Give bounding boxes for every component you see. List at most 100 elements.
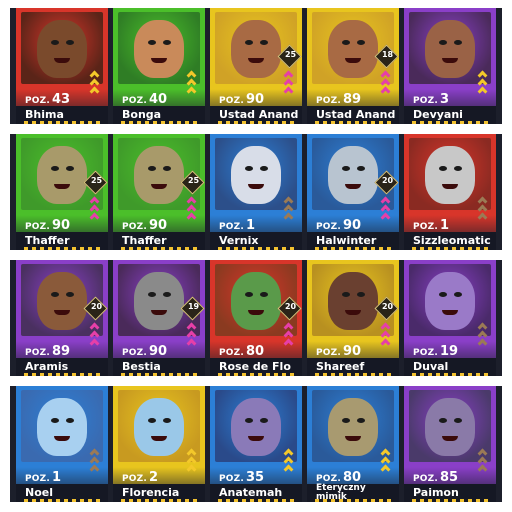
mouth-shape xyxy=(248,58,264,63)
rank-chevrons-icon xyxy=(477,72,491,102)
face-shape xyxy=(37,146,87,204)
hero-level: POZ. 1 xyxy=(25,466,61,485)
level-label: POZ. xyxy=(219,222,244,232)
level-value: 2 xyxy=(149,470,159,485)
hero-card[interactable]: 20 POZ. 80 Rose de Flo xyxy=(210,260,302,376)
chevron-up-icon xyxy=(89,458,103,465)
chevron-up-icon xyxy=(477,466,491,473)
hero-card[interactable]: POZ. 19 Duval xyxy=(404,260,496,376)
face-shape xyxy=(134,146,184,204)
hero-card[interactable]: 25 POZ. 90 Ustad Anand xyxy=(210,8,302,124)
mouth-shape xyxy=(151,58,167,63)
chevron-up-icon xyxy=(186,88,200,95)
eye-shape xyxy=(51,292,59,297)
level-label: POZ. xyxy=(316,96,341,106)
chevron-up-icon xyxy=(186,340,200,347)
hero-name: Duval xyxy=(413,360,449,373)
chevron-up-icon xyxy=(186,450,200,457)
level-value: 1 xyxy=(246,218,256,233)
hero-card[interactable]: POZ. 85 Paimon xyxy=(404,386,496,502)
mouth-shape xyxy=(54,310,70,315)
eye-shape xyxy=(245,292,253,297)
hero-level: POZ. 90 xyxy=(316,340,361,359)
eye-shape xyxy=(260,166,268,171)
face-shape xyxy=(425,272,475,330)
rank-chevrons-icon xyxy=(477,198,491,228)
chevron-up-icon xyxy=(380,206,394,213)
hero-level: POZ. 89 xyxy=(316,88,361,107)
hero-card[interactable]: 18 POZ. 89 Ustad Anand xyxy=(307,8,399,124)
hero-card[interactable]: POZ. 80 Eteryczny mimik xyxy=(307,386,399,502)
chevron-up-icon xyxy=(89,466,103,473)
chevron-up-icon xyxy=(380,72,394,79)
level-value: 90 xyxy=(149,218,168,233)
mouth-shape xyxy=(151,184,167,189)
hero-level: POZ. 80 xyxy=(219,340,264,359)
chevron-up-icon xyxy=(477,214,491,221)
eye-shape xyxy=(245,40,253,45)
chevron-up-icon xyxy=(380,324,394,331)
hero-card[interactable]: POZ. 1 Noel xyxy=(16,386,108,502)
chevron-up-icon xyxy=(477,324,491,331)
mouth-shape xyxy=(345,184,361,189)
ascension-badge-value: 20 xyxy=(381,176,394,186)
hero-card[interactable]: POZ. 40 Bonga xyxy=(113,8,205,124)
hero-card[interactable]: 19 POZ. 90 Bestia xyxy=(113,260,205,376)
rank-chevrons-icon xyxy=(380,198,394,228)
hero-card[interactable]: 20 POZ. 90 Halwinter xyxy=(307,134,399,250)
hero-card[interactable]: POZ. 43 Bhima xyxy=(16,8,108,124)
mouth-shape xyxy=(248,310,264,315)
hero-level: POZ. 89 xyxy=(25,340,70,359)
mouth-shape xyxy=(345,310,361,315)
hero-card[interactable]: POZ. 3 Devyani xyxy=(404,8,496,124)
face-shape xyxy=(231,146,281,204)
face-shape xyxy=(134,398,184,456)
hero-card[interactable]: POZ. 1 Vernix xyxy=(210,134,302,250)
chevron-up-icon xyxy=(477,458,491,465)
level-label: POZ. xyxy=(25,348,50,358)
mouth-shape xyxy=(345,58,361,63)
hero-level: POZ. 1 xyxy=(219,214,255,233)
chevron-up-icon xyxy=(477,80,491,87)
hero-level: POZ. 3 xyxy=(413,88,449,107)
hero-level: POZ. 1 xyxy=(413,214,449,233)
level-value: 90 xyxy=(149,344,168,359)
star-rating xyxy=(121,373,199,376)
chevron-up-icon xyxy=(283,466,297,473)
hero-card[interactable]: POZ. 1 Sizzleomatic xyxy=(404,134,496,250)
chevron-up-icon xyxy=(89,72,103,79)
ascension-badge-value: 20 xyxy=(381,302,394,312)
chevron-up-icon xyxy=(186,206,200,213)
hero-name: Ustad Anand xyxy=(219,108,299,121)
eye-shape xyxy=(439,166,447,171)
level-value: 90 xyxy=(343,344,362,359)
hero-card[interactable]: 20 POZ. 90 Shareef xyxy=(307,260,399,376)
level-label: POZ. xyxy=(122,222,147,232)
star-rating xyxy=(412,247,490,250)
face-shape xyxy=(37,20,87,78)
eye-shape xyxy=(357,40,365,45)
eye-shape xyxy=(66,166,74,171)
hero-card[interactable]: 20 POZ. 89 Aramis xyxy=(16,260,108,376)
rank-chevrons-icon xyxy=(283,72,297,102)
chevron-up-icon xyxy=(477,340,491,347)
level-value: 1 xyxy=(52,470,62,485)
hero-name: Thaffer xyxy=(25,234,70,247)
hero-card[interactable]: POZ. 2 Florencia xyxy=(113,386,205,502)
hero-name: Bestia xyxy=(122,360,161,373)
mouth-shape xyxy=(54,184,70,189)
chevron-up-icon xyxy=(380,198,394,205)
star-rating xyxy=(315,373,393,376)
star-rating xyxy=(218,373,296,376)
hero-card[interactable]: POZ. 35 Anatemah xyxy=(210,386,302,502)
hero-card[interactable]: 25 POZ. 90 Thaffer xyxy=(113,134,205,250)
chevron-up-icon xyxy=(283,206,297,213)
eye-shape xyxy=(342,292,350,297)
hero-card[interactable]: 25 POZ. 90 Thaffer xyxy=(16,134,108,250)
chevron-up-icon xyxy=(380,340,394,347)
hero-level: POZ. 2 xyxy=(122,466,158,485)
chevron-up-icon xyxy=(283,324,297,331)
rank-chevrons-icon xyxy=(380,72,394,102)
chevron-up-icon xyxy=(283,80,297,87)
eye-shape xyxy=(245,166,253,171)
